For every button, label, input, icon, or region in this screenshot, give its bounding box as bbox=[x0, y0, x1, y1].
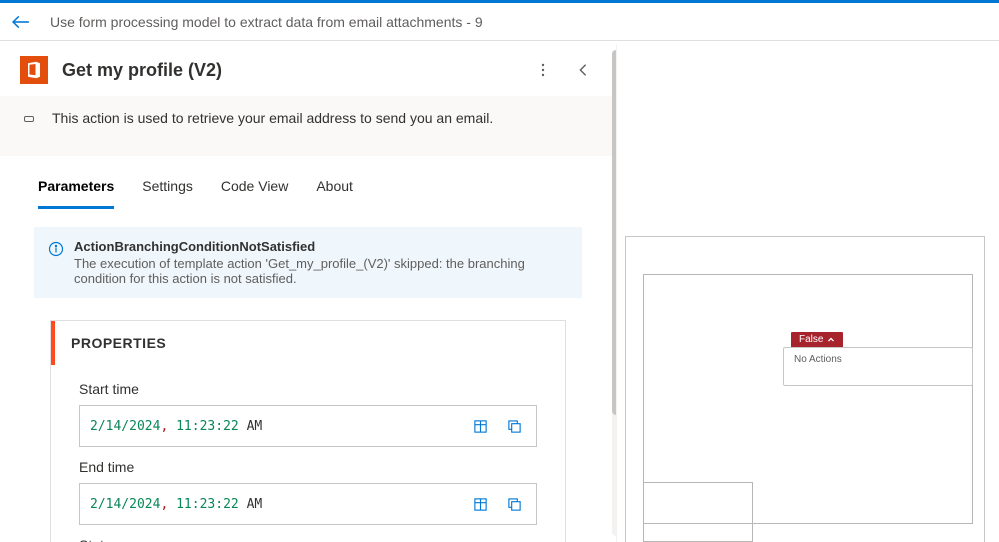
false-badge: False bbox=[791, 332, 843, 347]
action-title: Get my profile (V2) bbox=[62, 60, 516, 81]
note-icon bbox=[24, 116, 34, 122]
copy-icon[interactable] bbox=[502, 492, 526, 516]
collapse-icon[interactable] bbox=[570, 57, 596, 83]
action-description-bar: This action is used to retrieve your ema… bbox=[0, 96, 616, 156]
page-header: Use form processing model to extract dat… bbox=[0, 3, 999, 41]
tab-code-view[interactable]: Code View bbox=[221, 178, 288, 209]
details-panel: Get my profile (V2) This action is used … bbox=[0, 44, 616, 542]
action-header-row: Get my profile (V2) bbox=[0, 44, 616, 96]
info-icon bbox=[48, 241, 64, 286]
schema-icon[interactable] bbox=[468, 414, 492, 438]
canvas-true-box bbox=[643, 482, 753, 542]
false-badge-label: False bbox=[799, 334, 823, 345]
app-root: Use form processing model to extract dat… bbox=[0, 0, 999, 542]
end-time-row: 2/14/2024, 11:23:22 AM bbox=[79, 483, 537, 525]
false-branch-body: No Actions bbox=[783, 347, 973, 386]
properties-body: Start time 2/14/2024, 11:23:22 AM End ti… bbox=[51, 365, 565, 542]
tab-parameters[interactable]: Parameters bbox=[38, 178, 114, 209]
body: Get my profile (V2) This action is used … bbox=[0, 44, 999, 542]
flow-canvas[interactable]: False No Actions bbox=[616, 44, 999, 542]
back-icon[interactable] bbox=[12, 13, 30, 31]
false-branch: False No Actions bbox=[783, 329, 973, 386]
properties-card: PROPERTIES Start time 2/14/2024, 11:23:2… bbox=[50, 320, 566, 542]
info-message: ActionBranchingConditionNotSatisfied The… bbox=[34, 227, 582, 298]
start-time-row: 2/14/2024, 11:23:22 AM bbox=[79, 405, 537, 447]
more-icon[interactable] bbox=[530, 57, 556, 83]
status-label: Status bbox=[79, 537, 537, 542]
schema-icon[interactable] bbox=[468, 492, 492, 516]
start-time-value: 2/14/2024, 11:23:22 AM bbox=[90, 419, 458, 434]
flow-run-title: Use form processing model to extract dat… bbox=[50, 14, 483, 30]
action-description: This action is used to retrieve your ema… bbox=[52, 110, 493, 126]
office365-icon bbox=[20, 56, 48, 84]
start-time-label: Start time bbox=[79, 381, 537, 397]
info-title: ActionBranchingConditionNotSatisfied bbox=[74, 239, 568, 254]
properties-heading: PROPERTIES bbox=[51, 321, 565, 365]
tab-bar: Parameters Settings Code View About bbox=[34, 178, 596, 209]
tab-settings[interactable]: Settings bbox=[142, 178, 193, 209]
false-body-label: No Actions bbox=[794, 354, 842, 365]
end-time-value: 2/14/2024, 11:23:22 AM bbox=[90, 497, 458, 512]
copy-icon[interactable] bbox=[502, 414, 526, 438]
tab-about[interactable]: About bbox=[316, 178, 353, 209]
info-body: The execution of template action 'Get_my… bbox=[74, 256, 568, 286]
end-time-label: End time bbox=[79, 459, 537, 475]
